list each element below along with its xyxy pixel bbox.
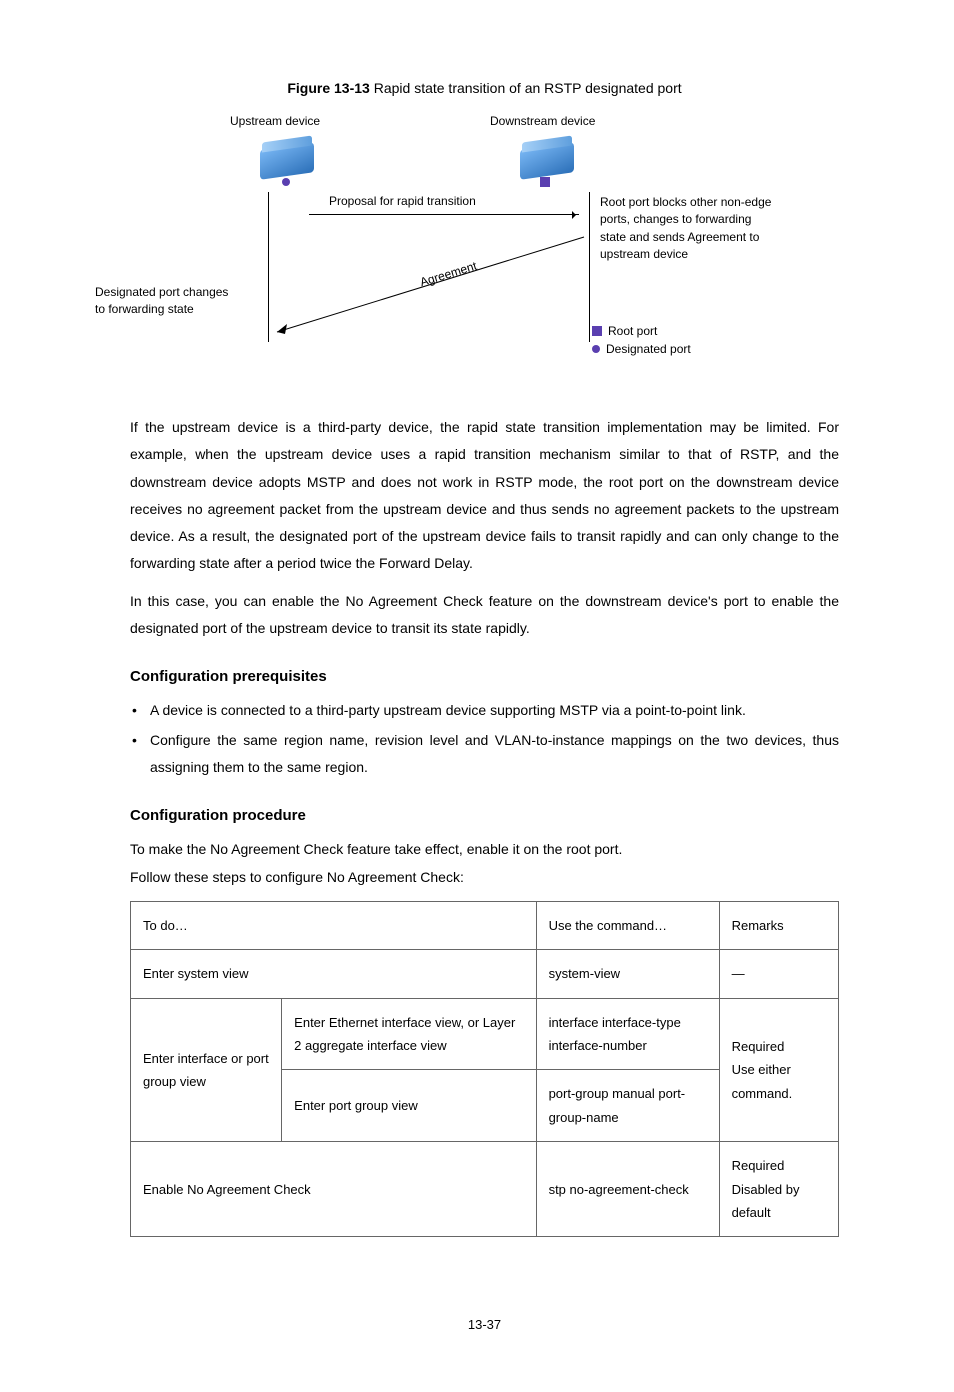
- left-side-note: Designated port changes to forwarding st…: [95, 284, 235, 319]
- td-todo-group: Enter interface or port group view: [131, 998, 282, 1142]
- td-rem: Required Disabled by default: [719, 1142, 838, 1237]
- upstream-label: Upstream device: [230, 114, 320, 128]
- legend-designated: Designated port: [592, 342, 691, 356]
- paragraph-2: In this case, you can enable the No Agre…: [130, 588, 839, 643]
- rem-line2: Disabled by default: [732, 1182, 800, 1220]
- rem-line2: Use either command.: [732, 1062, 793, 1100]
- rem-line1: Required: [732, 1158, 785, 1173]
- th-remarks: Remarks: [719, 901, 838, 949]
- config-table: To do… Use the command… Remarks Enter sy…: [130, 901, 839, 1238]
- td-rem: Required Use either command.: [719, 998, 838, 1142]
- td-cmd: port-group manual port-group-name: [536, 1070, 719, 1142]
- list-item: A device is connected to a third-party u…: [150, 697, 839, 724]
- td-cmd: system-view: [536, 950, 719, 998]
- prereq-heading: Configuration prerequisites: [130, 668, 839, 685]
- figure-caption: Rapid state transition of an RSTP design…: [374, 80, 682, 96]
- legend-designated-icon: [592, 345, 600, 353]
- designated-port-icon: [282, 178, 290, 186]
- proc-intro-1: To make the No Agreement Check feature t…: [130, 836, 839, 863]
- paragraph-1: If the upstream device is a third-party …: [130, 414, 839, 578]
- legend-root-label: Root port: [608, 324, 657, 338]
- arrows-container: Proposal for rapid transition Agreement: [268, 192, 590, 342]
- page-number: 13-37: [130, 1317, 839, 1332]
- td-todo-sub: Enter port group view: [282, 1070, 536, 1142]
- rem-line1: Required: [732, 1039, 785, 1054]
- td-rem: —: [719, 950, 838, 998]
- right-side-note: Root port blocks other non-edge ports, c…: [600, 194, 775, 264]
- list-item: Configure the same region name, revision…: [150, 727, 839, 782]
- legend-root: Root port: [592, 324, 657, 338]
- rstp-diagram: Upstream device Downstream device Propos…: [160, 114, 720, 384]
- root-port-icon: [540, 177, 550, 187]
- table-row: Enable No Agreement Check stp no-agreeme…: [131, 1142, 839, 1237]
- th-cmd: Use the command…: [536, 901, 719, 949]
- proc-intro-2: Follow these steps to configure No Agree…: [130, 864, 839, 891]
- legend-root-icon: [592, 326, 602, 336]
- table-header-row: To do… Use the command… Remarks: [131, 901, 839, 949]
- switch-upstream-icon: [260, 142, 314, 180]
- table-row: Enter system view system-view —: [131, 950, 839, 998]
- legend-designated-label: Designated port: [606, 342, 691, 356]
- th-todo: To do…: [131, 901, 537, 949]
- proc-heading: Configuration procedure: [130, 807, 839, 824]
- td-todo: Enable No Agreement Check: [131, 1142, 537, 1237]
- td-todo-sub: Enter Ethernet interface view, or Layer …: [282, 998, 536, 1070]
- td-cmd: stp no-agreement-check: [536, 1142, 719, 1237]
- switch-downstream-icon: [520, 142, 574, 180]
- figure-title: Figure 13-13 Rapid state transition of a…: [130, 80, 839, 96]
- prereq-list: A device is connected to a third-party u…: [130, 697, 839, 781]
- td-todo: Enter system view: [131, 950, 537, 998]
- agreement-arrow: [269, 192, 589, 342]
- figure-number: Figure 13-13: [287, 80, 369, 96]
- downstream-label: Downstream device: [490, 114, 595, 128]
- table-row: Enter interface or port group view Enter…: [131, 998, 839, 1070]
- td-cmd: interface interface-type interface-numbe…: [536, 998, 719, 1070]
